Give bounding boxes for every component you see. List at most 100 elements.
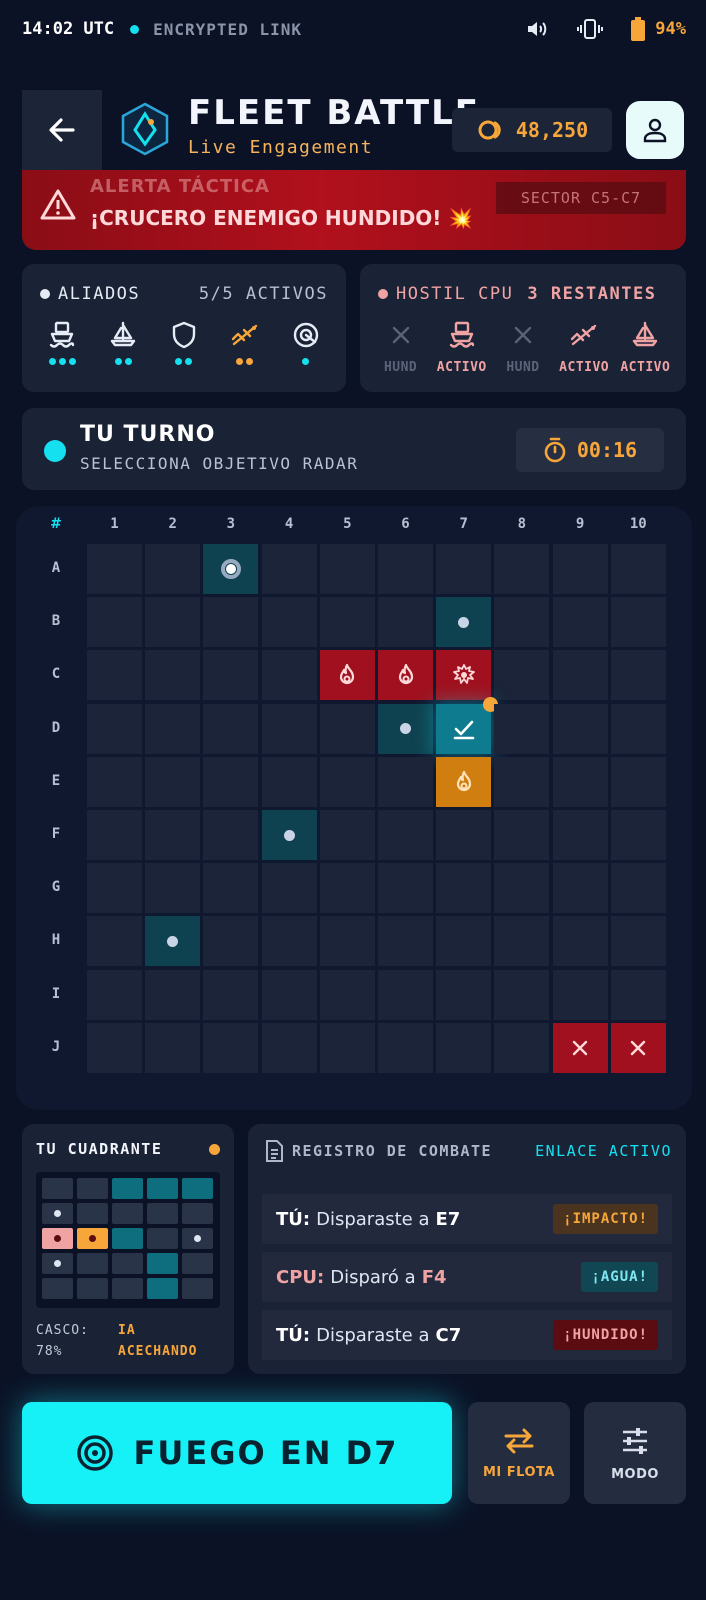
grid-cell-E5[interactable] <box>319 756 375 807</box>
grid-cell-B8[interactable] <box>494 597 550 648</box>
grid-cell-C5[interactable] <box>319 650 375 701</box>
grid-cell-J2[interactable] <box>145 1022 201 1073</box>
ally-ship-0[interactable] <box>33 320 91 366</box>
grid-cell-G3[interactable] <box>203 863 259 914</box>
grid-cell-I5[interactable] <box>319 969 375 1020</box>
grid-cell-G4[interactable] <box>261 863 317 914</box>
grid-cell-J4[interactable] <box>261 1022 317 1073</box>
grid-cell-H2[interactable] <box>145 916 201 967</box>
grid-cell-F2[interactable] <box>145 810 201 860</box>
grid-cell-C3[interactable] <box>203 650 259 701</box>
back-button[interactable] <box>22 90 102 170</box>
grid-cell-G1[interactable] <box>87 863 142 914</box>
grid-cell-J7[interactable] <box>436 1022 492 1073</box>
grid-cell-F7[interactable] <box>436 810 492 860</box>
grid-cell-H8[interactable] <box>494 916 550 967</box>
ally-ship-4[interactable] <box>277 320 335 366</box>
grid-cell-A6[interactable] <box>378 544 433 594</box>
grid-cell-H5[interactable] <box>319 916 375 967</box>
grid-cell-D1[interactable] <box>87 703 142 754</box>
grid-cell-B1[interactable] <box>87 597 142 648</box>
grid-cell-F1[interactable] <box>87 810 142 860</box>
grid-cell-B4[interactable] <box>261 597 317 648</box>
fire-button[interactable]: FUEGO EN D7 <box>22 1402 452 1504</box>
grid-cell-I1[interactable] <box>87 969 142 1020</box>
grid-cell-D10[interactable] <box>610 703 666 754</box>
my-fleet-button[interactable]: MI FLOTA <box>468 1402 570 1504</box>
grid-cell-H1[interactable] <box>87 916 142 967</box>
grid-cell-G9[interactable] <box>552 863 608 914</box>
grid-cell-A3[interactable] <box>203 544 259 594</box>
grid-cell-C10[interactable] <box>610 650 666 701</box>
grid-cell-E10[interactable] <box>610 756 666 807</box>
mode-button[interactable]: MODO <box>584 1402 686 1504</box>
grid-cell-J3[interactable] <box>203 1022 259 1073</box>
grid-cell-I8[interactable] <box>494 969 550 1020</box>
profile-button[interactable] <box>626 101 684 159</box>
grid-cell-H9[interactable] <box>552 916 608 967</box>
grid-cell-D6[interactable] <box>378 703 433 754</box>
grid-cell-E4[interactable] <box>261 756 317 807</box>
grid-cell-I3[interactable] <box>203 969 259 1020</box>
grid-cell-J9[interactable] <box>552 1022 608 1073</box>
grid-cell-I7[interactable] <box>436 969 492 1020</box>
grid-cell-I9[interactable] <box>552 969 608 1020</box>
grid-cell-C6[interactable] <box>378 650 433 701</box>
grid-cell-H7[interactable] <box>436 916 492 967</box>
grid-cell-B7[interactable] <box>436 597 492 648</box>
grid-cell-A4[interactable] <box>261 544 317 594</box>
ally-ship-3[interactable] <box>216 320 274 366</box>
grid-cell-C8[interactable] <box>494 650 550 701</box>
grid-cell-I6[interactable] <box>378 969 433 1020</box>
grid-cell-E2[interactable] <box>145 756 201 807</box>
grid-cell-E3[interactable] <box>203 756 259 807</box>
grid-cell-G7[interactable] <box>436 863 492 914</box>
grid-cell-F9[interactable] <box>552 810 608 860</box>
grid-cell-G5[interactable] <box>319 863 375 914</box>
grid-cell-J6[interactable] <box>378 1022 433 1073</box>
grid-cell-D8[interactable] <box>494 703 550 754</box>
grid-cell-E6[interactable] <box>378 756 433 807</box>
grid-cell-E1[interactable] <box>87 756 142 807</box>
grid-cell-B9[interactable] <box>552 597 608 648</box>
grid-cell-D3[interactable] <box>203 703 259 754</box>
grid-cell-H4[interactable] <box>261 916 317 967</box>
grid-cell-F10[interactable] <box>610 810 666 860</box>
grid-cell-J5[interactable] <box>319 1022 375 1073</box>
grid-cell-C7[interactable] <box>436 650 492 701</box>
grid-cell-B3[interactable] <box>203 597 259 648</box>
grid-cell-E7[interactable] <box>436 756 492 807</box>
grid-cell-D9[interactable] <box>552 703 608 754</box>
grid-cell-J1[interactable] <box>87 1022 142 1073</box>
grid-cell-B6[interactable] <box>378 597 433 648</box>
grid-cell-B5[interactable] <box>319 597 375 648</box>
grid-cell-H3[interactable] <box>203 916 259 967</box>
ally-ship-1[interactable] <box>94 320 152 366</box>
grid-cell-A1[interactable] <box>87 544 142 594</box>
ally-ship-2[interactable] <box>155 320 213 366</box>
grid-cell-A5[interactable] <box>319 544 375 594</box>
grid-cell-G8[interactable] <box>494 863 550 914</box>
grid-cell-A9[interactable] <box>552 544 608 594</box>
grid-cell-E8[interactable] <box>494 756 550 807</box>
grid-cell-A7[interactable] <box>436 544 492 594</box>
grid-cell-C2[interactable] <box>145 650 201 701</box>
grid-cell-D4[interactable] <box>261 703 317 754</box>
grid-cell-D2[interactable] <box>145 703 201 754</box>
grid-cell-D7[interactable] <box>436 703 492 754</box>
grid-cell-G6[interactable] <box>378 863 433 914</box>
grid-cell-G10[interactable] <box>610 863 666 914</box>
grid-cell-A2[interactable] <box>145 544 201 594</box>
grid-cell-H10[interactable] <box>610 916 666 967</box>
grid-cell-I2[interactable] <box>145 969 201 1020</box>
grid-cell-E9[interactable] <box>552 756 608 807</box>
grid-cell-F3[interactable] <box>203 810 259 860</box>
grid-cell-C1[interactable] <box>87 650 142 701</box>
grid-cell-C4[interactable] <box>261 650 317 701</box>
grid-cell-J10[interactable] <box>610 1022 666 1073</box>
grid-cell-A8[interactable] <box>494 544 550 594</box>
grid-cell-D5[interactable] <box>319 703 375 754</box>
grid-cell-H6[interactable] <box>378 916 433 967</box>
grid-cell-F8[interactable] <box>494 810 550 860</box>
coin-balance[interactable]: 48,250 <box>452 108 612 152</box>
